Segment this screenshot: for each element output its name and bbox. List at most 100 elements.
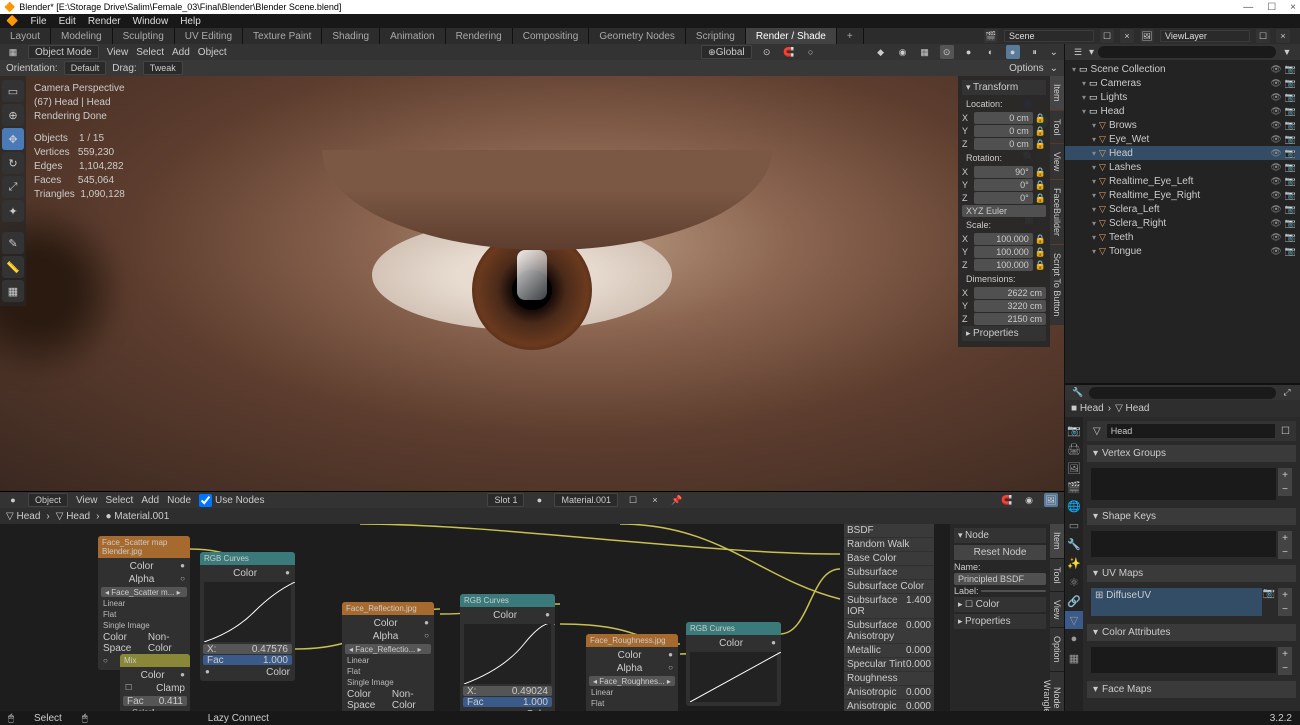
tab-animation[interactable]: Animation: [380, 28, 445, 44]
vtab-tool[interactable]: Tool: [1050, 111, 1064, 144]
pause-icon[interactable]: ⏸: [1028, 45, 1042, 59]
node-name-field[interactable]: Principled BSDF: [954, 573, 1046, 585]
material-name[interactable]: Material.001: [554, 493, 618, 507]
ca-remove[interactable]: −: [1278, 661, 1292, 675]
tab-object[interactable]: ▭: [1065, 516, 1083, 534]
tab-physics[interactable]: ⚛: [1065, 573, 1083, 591]
loc-z[interactable]: 0 cm: [974, 138, 1033, 150]
node-rgb-curves-1[interactable]: RGB Curves: [200, 552, 295, 565]
options-label[interactable]: Options: [1009, 63, 1043, 74]
ne-side-color[interactable]: ▸ ☐ Color: [954, 597, 1046, 612]
node-mix[interactable]: Mix: [120, 654, 190, 667]
mat-del[interactable]: ×: [648, 493, 662, 507]
vg-remove[interactable]: −: [1278, 482, 1292, 496]
ne-vtab-view[interactable]: View: [1050, 592, 1064, 627]
outliner-item-brows[interactable]: ▾▽Brows👁📷: [1065, 118, 1300, 132]
loc-y[interactable]: 0 cm: [974, 125, 1033, 137]
outliner-item-lights[interactable]: ▾▭Lights👁📷: [1065, 90, 1300, 104]
uvmap-render-icon[interactable]: 📷: [1262, 588, 1276, 616]
uv-add[interactable]: +: [1278, 588, 1292, 602]
outliner-display[interactable]: ▾: [1089, 47, 1094, 58]
scene-del[interactable]: ×: [1120, 29, 1134, 43]
bsdf-roughness[interactable]: Roughness: [844, 672, 934, 685]
dim-z[interactable]: 2150 cm: [974, 313, 1046, 325]
scene-new[interactable]: ☐: [1100, 29, 1114, 43]
tab-rendering[interactable]: Rendering: [446, 28, 513, 44]
orientation-dropdown[interactable]: ⊕ Global: [701, 45, 751, 59]
rot-z[interactable]: 0°: [974, 192, 1033, 204]
tab-layout[interactable]: Layout: [0, 28, 51, 44]
panel-shape-keys[interactable]: ▾ Shape Keys: [1087, 508, 1296, 525]
vtab-view[interactable]: View: [1050, 144, 1064, 179]
maximize-button[interactable]: ☐: [1267, 2, 1276, 13]
tool-cursor[interactable]: ⊕: [2, 104, 24, 126]
reset-node-button[interactable]: Reset Node: [954, 545, 1046, 560]
sk-remove[interactable]: −: [1278, 545, 1292, 559]
tab-texture[interactable]: ▦: [1065, 649, 1083, 667]
render-icon[interactable]: 📷: [1285, 120, 1296, 131]
tool-transform[interactable]: ✦: [2, 200, 24, 222]
bsdf-specular-tint[interactable]: Specular Tint0.000: [844, 658, 934, 671]
vp-select[interactable]: Select: [136, 47, 164, 58]
outliner-search[interactable]: [1098, 46, 1276, 58]
outliner-item-scene-collection[interactable]: ▾▭Scene Collection👁📷: [1065, 62, 1300, 76]
tab-uv[interactable]: UV Editing: [175, 28, 243, 44]
visibility-icon[interactable]: 👁: [1270, 162, 1281, 173]
panel-uv-maps[interactable]: ▾ UV Maps: [1087, 565, 1296, 582]
tab-mesh-data[interactable]: ▽: [1065, 611, 1083, 629]
visibility-icon[interactable]: 👁: [1270, 148, 1281, 159]
shading-matprev-icon[interactable]: ◐: [984, 45, 998, 59]
pivot-icon[interactable]: ⊙: [760, 45, 774, 59]
ne-vtab-option[interactable]: Option: [1050, 628, 1064, 671]
scene-name[interactable]: [1004, 30, 1094, 42]
viewlayer-del[interactable]: ×: [1276, 29, 1290, 43]
tab-shading[interactable]: Shading: [322, 28, 380, 44]
overlays-icon[interactable]: ◉: [896, 45, 910, 59]
ne-add[interactable]: Add: [141, 495, 159, 506]
viewlayer-name[interactable]: [1160, 30, 1250, 42]
viewlayer-icon[interactable]: 🖼: [1140, 29, 1154, 43]
npanel-properties[interactable]: ▸ Properties: [962, 326, 1046, 341]
outliner-item-teeth[interactable]: ▾▽Teeth👁📷: [1065, 230, 1300, 244]
uv-remove[interactable]: −: [1278, 602, 1292, 616]
shading-dropdown[interactable]: ⌄: [1050, 47, 1058, 58]
outliner-item-sclera-right[interactable]: ▾▽Sclera_Right👁📷: [1065, 216, 1300, 230]
outliner-item-realtime-eye-right[interactable]: ▾▽Realtime_Eye_Right👁📷: [1065, 188, 1300, 202]
dim-x[interactable]: 2622 cm: [974, 287, 1046, 299]
render-icon[interactable]: 📷: [1285, 162, 1296, 173]
bsdf-subsurface-color[interactable]: Subsurface Color: [844, 580, 934, 593]
npanel-transform[interactable]: ▾ Transform: [962, 80, 1046, 95]
vg-add[interactable]: +: [1278, 468, 1292, 482]
rot-x[interactable]: 90°: [974, 166, 1033, 178]
shading-render-icon[interactable]: ●: [1006, 45, 1020, 59]
vp-add[interactable]: Add: [172, 47, 190, 58]
scene-icon[interactable]: 🎬: [984, 29, 998, 43]
menu-window[interactable]: Window: [133, 16, 169, 27]
bsdf-anisotropic[interactable]: Anisotropic0.000: [844, 686, 934, 699]
tool-scale[interactable]: ⤢: [2, 176, 24, 198]
visibility-icon[interactable]: 👁: [1270, 176, 1281, 187]
close-button[interactable]: ×: [1290, 2, 1296, 13]
outliner-item-cameras[interactable]: ▾▭Cameras👁📷: [1065, 76, 1300, 90]
menu-edit[interactable]: Edit: [59, 16, 76, 27]
bsdf-subsurface-anisotropy[interactable]: Subsurface Anisotropy0.000: [844, 619, 934, 643]
node-label-field[interactable]: [981, 590, 1046, 592]
tab-output[interactable]: 🖨: [1065, 440, 1083, 458]
scl-z[interactable]: 100.000: [974, 259, 1033, 271]
visibility-icon[interactable]: 👁: [1270, 232, 1281, 243]
node-rgb-curves-3[interactable]: RGB Curves: [686, 622, 781, 635]
visibility-icon[interactable]: 👁: [1270, 92, 1281, 103]
render-icon[interactable]: 📷: [1285, 190, 1296, 201]
tab-sculpting[interactable]: Sculpting: [113, 28, 175, 44]
tab-material[interactable]: ●: [1065, 630, 1083, 648]
ne-side-props[interactable]: ▸ Properties: [954, 614, 1046, 629]
node-face-reflection[interactable]: Face_Reflection.jpg: [342, 602, 434, 615]
visibility-icon[interactable]: 👁: [1270, 120, 1281, 131]
ne-vtab-item[interactable]: Item: [1050, 524, 1064, 558]
drag-value[interactable]: Tweak: [143, 61, 183, 75]
editor-type-3dview[interactable]: ▦: [6, 45, 20, 59]
node-graph[interactable]: Face_Scatter map Blender.jpg Color ● Alp…: [0, 524, 1064, 711]
render-icon[interactable]: 📷: [1285, 106, 1296, 117]
props-toggle[interactable]: ⤢: [1280, 386, 1294, 400]
visibility-icon[interactable]: 👁: [1270, 134, 1281, 145]
